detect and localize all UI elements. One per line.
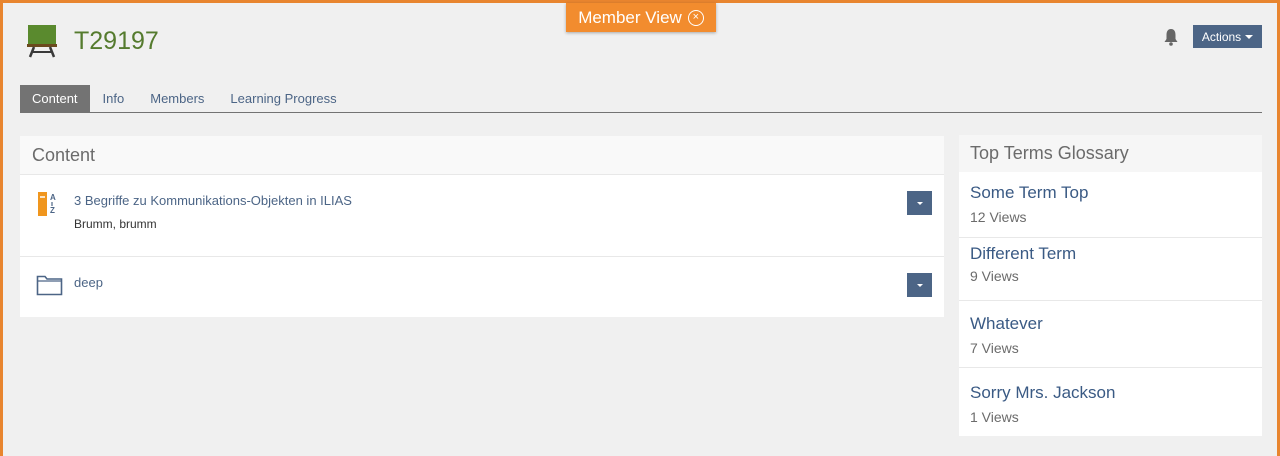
item-actions-dropdown[interactable]: [907, 273, 932, 297]
glossary-term-item: Different Term 9 Views: [959, 238, 1262, 301]
course-title: T29197: [74, 27, 159, 55]
item-subtitle: Brumm, brumm: [74, 217, 157, 231]
member-view-banner[interactable]: Member View ×: [566, 3, 716, 32]
term-view-count: 12 Views: [970, 209, 1027, 225]
svg-text:A: A: [50, 193, 56, 202]
actions-button[interactable]: Actions: [1193, 25, 1262, 48]
term-view-count: 9 Views: [970, 268, 1019, 284]
term-view-count: 1 Views: [970, 409, 1019, 425]
item-title-link[interactable]: deep: [74, 275, 103, 290]
tab-content[interactable]: Content: [20, 85, 90, 113]
item-actions-dropdown[interactable]: [907, 191, 932, 215]
bell-icon[interactable]: [1163, 28, 1179, 46]
glossary-heading: Top Terms Glossary: [959, 135, 1262, 172]
chevron-down-icon: [916, 283, 923, 287]
svg-text:Z: Z: [50, 206, 55, 215]
glossary-term-item: Whatever 7 Views: [959, 301, 1262, 368]
tab-members[interactable]: Members: [137, 85, 217, 113]
content-heading: Content: [20, 136, 944, 174]
glossary-term-link[interactable]: Whatever: [970, 314, 1262, 334]
list-item: deep: [20, 256, 944, 317]
member-view-label: Member View: [578, 7, 682, 27]
glossary-term-link[interactable]: Sorry Mrs. Jackson: [970, 383, 1262, 403]
glossary-term-item: Some Term Top 12 Views: [959, 172, 1262, 238]
chevron-down-icon: [916, 201, 923, 205]
tab-learning-progress[interactable]: Learning Progress: [217, 85, 349, 113]
glossary-icon: A Z: [38, 192, 56, 216]
term-view-count: 7 Views: [970, 340, 1019, 356]
actions-label: Actions: [1201, 29, 1242, 44]
glossary-panel: Top Terms Glossary Some Term Top 12 View…: [959, 135, 1262, 436]
item-title-link[interactable]: 3 Begriffe zu Kommunikations-Objekten in…: [74, 193, 352, 208]
chevron-down-icon: [1245, 34, 1254, 39]
glossary-term-link[interactable]: Different Term: [970, 244, 1262, 264]
close-member-view-icon[interactable]: ×: [687, 9, 704, 26]
folder-icon: [36, 275, 63, 296]
list-item: A Z 3 Begriffe zu Kommunikations-Objekte…: [20, 174, 944, 256]
tab-info[interactable]: Info: [90, 85, 138, 113]
tab-bar: Content Info Members Learning Progress: [20, 85, 350, 113]
course-chalkboard-icon: [27, 25, 57, 58]
glossary-term-link[interactable]: Some Term Top: [970, 183, 1262, 203]
glossary-term-item: Sorry Mrs. Jackson 1 Views: [959, 368, 1262, 436]
content-panel: Content A Z 3 Begriffe zu Kommunikations…: [20, 136, 944, 317]
tab-divider: [20, 112, 1262, 113]
